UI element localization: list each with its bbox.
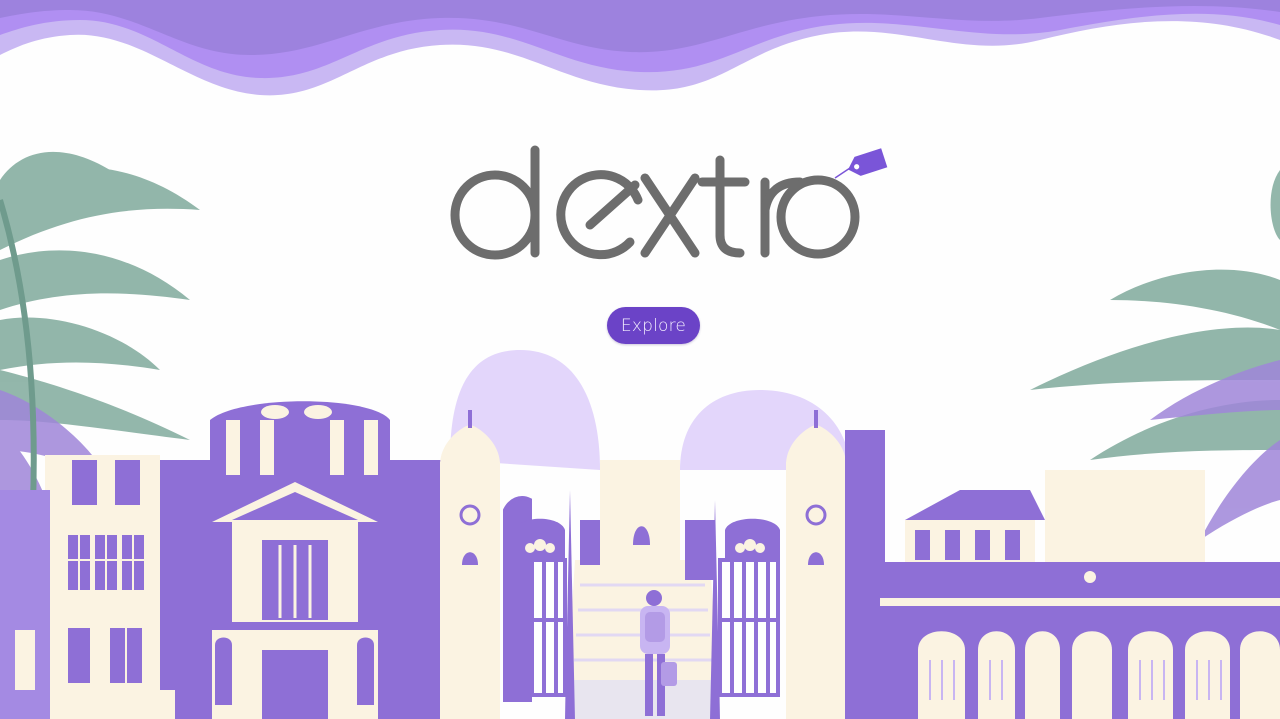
student-figure — [640, 590, 677, 716]
landing-page: dextro Explore — [0, 0, 1280, 719]
explore-button[interactable]: Explore — [607, 307, 700, 344]
dextro-logo — [450, 145, 888, 260]
top-wave-banner — [0, 0, 1280, 96]
